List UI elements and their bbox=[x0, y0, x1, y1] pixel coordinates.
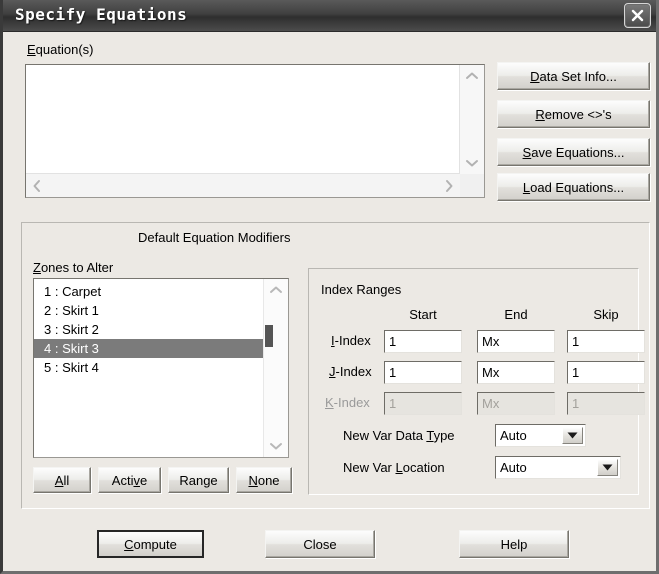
k-index-label-accel: K bbox=[325, 395, 334, 410]
remove-brackets-button[interactable]: Remove <>'s bbox=[497, 100, 650, 128]
equations-box[interactable] bbox=[25, 64, 485, 198]
window-title: Specify Equations bbox=[15, 5, 188, 24]
k-index-label: K-Index bbox=[325, 395, 370, 410]
zones-all-button-label: All bbox=[54, 472, 70, 488]
zones-label-accel: Z bbox=[33, 260, 41, 275]
load-equations-button[interactable]: Load Equations... bbox=[497, 173, 650, 201]
j-index-label: J-Index bbox=[329, 364, 372, 379]
chevron-left-icon bbox=[33, 179, 40, 192]
new-var-data-type-label: New Var Data Type bbox=[343, 428, 455, 443]
list-item-selected[interactable]: 4 : Skirt 3 bbox=[34, 339, 264, 358]
list-item[interactable]: 5 : Skirt 4 bbox=[34, 358, 264, 377]
zones-active-button-label: Active bbox=[111, 472, 148, 488]
close-x-icon bbox=[631, 9, 644, 22]
zones-none-button-label: None bbox=[248, 472, 280, 488]
chevron-down-icon bbox=[270, 443, 282, 450]
compute-button[interactable]: Compute bbox=[97, 530, 204, 558]
column-header-start: Start bbox=[409, 307, 437, 322]
new-var-data-type-label-b: ype bbox=[433, 428, 455, 443]
new-var-location-label-b: ocation bbox=[402, 460, 445, 475]
index-ranges-title: Index Ranges bbox=[321, 282, 402, 297]
caret-down-icon bbox=[567, 432, 578, 439]
equations-scrollbar-corner bbox=[460, 174, 484, 197]
modifiers-title: Default Equation Modifiers bbox=[138, 230, 291, 245]
remove-brackets-button-label: Remove <>'s bbox=[535, 106, 612, 122]
zones-none-button[interactable]: None bbox=[236, 467, 292, 493]
specify-equations-dialog: Specify Equations Equation(s) Data Set I… bbox=[0, 0, 659, 574]
zones-to-alter-label: Zones to Alter bbox=[33, 260, 113, 275]
close-button[interactable] bbox=[624, 3, 651, 28]
zones-scroll-down-button[interactable] bbox=[264, 435, 288, 457]
equations-input[interactable] bbox=[26, 65, 461, 175]
k-index-start-input: 1 bbox=[384, 392, 462, 415]
new-var-location-value: Auto bbox=[500, 460, 527, 475]
k-index-label-rest: -Index bbox=[333, 395, 370, 410]
dropdown-arrow-button[interactable] bbox=[562, 427, 583, 444]
caret-down-icon bbox=[602, 464, 613, 471]
equations-scroll-up-button[interactable] bbox=[460, 65, 484, 87]
new-var-location-accel: L bbox=[395, 460, 403, 475]
k-index-skip-input: 1 bbox=[567, 392, 645, 415]
zones-label-rest: ones to Alter bbox=[40, 260, 114, 275]
help-button[interactable]: Help bbox=[459, 530, 569, 558]
j-index-end-input[interactable]: Mx bbox=[477, 361, 555, 384]
i-index-end-input[interactable]: Mx bbox=[477, 330, 555, 353]
j-index-label-rest: -Index bbox=[335, 364, 372, 379]
equations-scroll-right-button[interactable] bbox=[438, 174, 460, 197]
i-index-skip-input[interactable]: 1 bbox=[567, 330, 645, 353]
new-var-location-label-a: New Var bbox=[343, 460, 396, 475]
zones-scrollbar-thumb[interactable] bbox=[265, 325, 273, 347]
k-index-end-input: Mx bbox=[477, 392, 555, 415]
zones-range-button-label: Range bbox=[179, 472, 218, 488]
j-index-start-input[interactable]: 1 bbox=[384, 361, 462, 384]
list-item[interactable]: 3 : Skirt 2 bbox=[34, 320, 264, 339]
equations-horizontal-scrollbar[interactable] bbox=[26, 173, 460, 197]
chevron-right-icon bbox=[446, 179, 453, 192]
i-index-label-rest: -Index bbox=[334, 333, 371, 348]
equations-label-accel: E bbox=[27, 42, 36, 57]
new-var-data-type-accel: T bbox=[426, 428, 434, 443]
chevron-up-icon bbox=[466, 72, 478, 79]
zones-active-button[interactable]: Active bbox=[98, 467, 161, 493]
equations-vertical-scrollbar[interactable] bbox=[459, 65, 484, 174]
data-set-info-button[interactable]: Data Set Info... bbox=[497, 62, 650, 90]
dropdown-arrow-button[interactable] bbox=[597, 459, 618, 476]
i-index-label: I-Index bbox=[331, 333, 371, 348]
zones-scrollbar[interactable] bbox=[263, 279, 288, 457]
new-var-data-type-dropdown[interactable]: Auto bbox=[495, 424, 586, 447]
list-item[interactable]: 1 : Carpet bbox=[34, 282, 264, 301]
zones-range-button[interactable]: Range bbox=[168, 467, 229, 493]
column-header-end: End bbox=[504, 307, 528, 322]
chevron-up-icon bbox=[270, 286, 282, 293]
new-var-location-label: New Var Location bbox=[343, 460, 445, 475]
list-item[interactable]: 2 : Skirt 1 bbox=[34, 301, 264, 320]
close-dialog-button[interactable]: Close bbox=[265, 530, 375, 558]
equations-label: Equation(s) bbox=[27, 42, 93, 57]
new-var-location-dropdown[interactable]: Auto bbox=[495, 456, 621, 479]
zones-scroll-up-button[interactable] bbox=[264, 279, 288, 301]
chevron-down-icon bbox=[466, 160, 478, 167]
save-equations-button-label: Save Equations... bbox=[522, 144, 625, 160]
zones-list-items: 1 : Carpet 2 : Skirt 1 3 : Skirt 2 4 : S… bbox=[34, 279, 264, 457]
j-index-skip-input[interactable]: 1 bbox=[567, 361, 645, 384]
zones-list[interactable]: 1 : Carpet 2 : Skirt 1 3 : Skirt 2 4 : S… bbox=[33, 278, 289, 458]
save-equations-button[interactable]: Save Equations... bbox=[497, 138, 650, 166]
load-equations-button-label: Load Equations... bbox=[522, 179, 625, 195]
i-index-start-input[interactable]: 1 bbox=[384, 330, 462, 353]
equations-scroll-left-button[interactable] bbox=[26, 174, 48, 197]
data-set-info-button-label: Data Set Info... bbox=[530, 68, 617, 84]
title-bar: Specify Equations bbox=[3, 0, 656, 32]
new-var-data-type-label-a: New Var Data bbox=[343, 428, 427, 443]
equations-label-rest: quation(s) bbox=[35, 42, 94, 57]
compute-button-label: Compute bbox=[124, 536, 177, 552]
equations-scroll-down-button[interactable] bbox=[460, 152, 484, 174]
new-var-data-type-value: Auto bbox=[500, 428, 527, 443]
zones-all-button[interactable]: All bbox=[33, 467, 91, 493]
column-header-skip: Skip bbox=[593, 307, 619, 322]
